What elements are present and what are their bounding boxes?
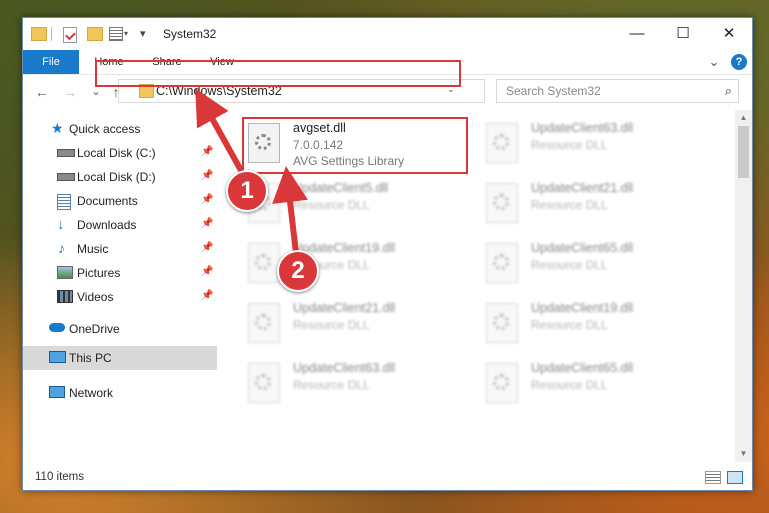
annotation-arrows xyxy=(195,88,308,254)
arrow-1 xyxy=(195,88,246,176)
arrow-2 xyxy=(272,166,308,254)
step-2-badge: 2 xyxy=(277,250,319,292)
step-1-badge: 1 xyxy=(226,170,268,212)
